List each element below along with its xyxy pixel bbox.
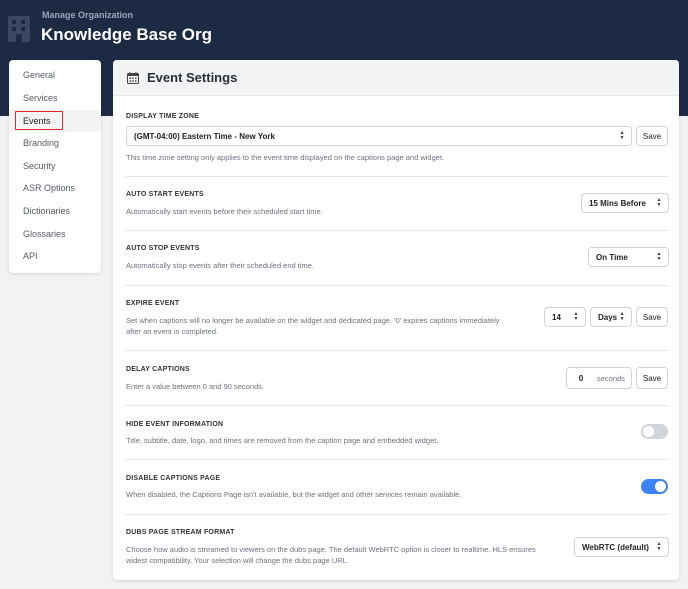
- sidebar-item-label: Glossaries: [23, 229, 66, 239]
- divider: [125, 405, 669, 406]
- delay-value: 0: [578, 373, 584, 383]
- dubs-desc-line2: widest compatibility. Your selection wil…: [126, 556, 349, 565]
- expire-desc-line2: after an event is completed.: [126, 327, 219, 336]
- disablecaptions-desc: When disabled, the Captions Page isn't a…: [126, 490, 462, 499]
- timezone-desc: This time zone setting only applies to t…: [126, 153, 445, 162]
- chevron-updown-icon: ▲ ▼: [656, 251, 662, 262]
- divider: [125, 230, 669, 231]
- divider: [125, 514, 669, 515]
- sidebar-item-label: Security: [23, 161, 56, 171]
- org-subtitle: Manage Organization: [42, 10, 134, 20]
- org-title: Knowledge Base Org: [41, 25, 212, 44]
- calendar-icon: [127, 72, 139, 84]
- expire-title: EXPIRE EVENT: [126, 300, 180, 307]
- hideinfo-toggle[interactable]: [641, 424, 668, 439]
- delay-seconds-input[interactable]: 0 seconds: [566, 367, 632, 389]
- sidebar-item-label: Services: [23, 93, 58, 103]
- chevron-updown-icon: ▲ ▼: [656, 541, 662, 552]
- sidebar-item-glossaries[interactable]: Glossaries: [9, 223, 101, 245]
- timezone-value: (GMT-04:00) Eastern Time - New York: [134, 131, 275, 141]
- sidebar-item-general[interactable]: General: [9, 64, 101, 86]
- selection-highlight: [15, 111, 63, 130]
- sidebar-item-branding[interactable]: Branding: [9, 132, 101, 154]
- timezone-save-button[interactable]: Save: [636, 126, 668, 146]
- autostart-select[interactable]: 15 Mins Before ▲ ▼: [581, 193, 669, 213]
- autostart-title: AUTO START EVENTS: [126, 191, 204, 198]
- sidebar-item-api[interactable]: API: [9, 245, 101, 267]
- delay-save-button[interactable]: Save: [636, 367, 668, 389]
- toggle-knob: [655, 481, 666, 492]
- dubs-title: DUBS PAGE STREAM FORMAT: [126, 529, 235, 536]
- building-icon: [8, 16, 30, 42]
- expire-unit-value: Days: [598, 312, 618, 322]
- sidebar-item-security[interactable]: Security: [9, 155, 101, 177]
- dubs-format-value: WebRTC (default): [582, 542, 649, 552]
- event-settings-panel: Event Settings DISPLAY TIME ZONE (GMT-04…: [113, 60, 679, 580]
- disablecaptions-title: DISABLE CAPTIONS PAGE: [126, 475, 221, 482]
- divider: [125, 176, 669, 177]
- sidebar-item-label: ASR Options: [23, 183, 76, 193]
- sidebar-item-events[interactable]: Events: [9, 110, 101, 132]
- timezone-select[interactable]: (GMT-04:00) Eastern Time - New York ▲ ▼: [126, 126, 632, 146]
- expire-number-select[interactable]: 14 ▲ ▼: [544, 307, 586, 327]
- autostart-value: 15 Mins Before: [589, 198, 646, 208]
- expire-number-value: 14: [552, 312, 561, 322]
- expire-unit-select[interactable]: Days ▲ ▼: [590, 307, 632, 327]
- autostop-value: On Time: [596, 252, 628, 262]
- divider: [125, 459, 669, 460]
- sidebar-item-dictionaries[interactable]: Dictionaries: [9, 200, 101, 222]
- sidebar-item-label: General: [23, 70, 56, 80]
- sidebar-item-asr-options[interactable]: ASR Options: [9, 177, 101, 199]
- toggle-knob: [643, 426, 654, 437]
- chevron-updown-icon: ▲ ▼: [619, 130, 625, 141]
- autostop-select[interactable]: On Time ▲ ▼: [588, 247, 669, 267]
- delay-unit: seconds: [597, 373, 625, 383]
- autostart-desc: Automatically start events before their …: [126, 207, 323, 216]
- chevron-updown-icon: ▲ ▼: [573, 311, 579, 322]
- sidebar-item-services[interactable]: Services: [9, 87, 101, 109]
- autostop-desc: Automatically stop events after their sc…: [126, 261, 315, 270]
- delay-desc: Enter a value between 0 and 90 seconds.: [126, 382, 265, 391]
- divider: [125, 285, 669, 286]
- divider: [125, 350, 669, 351]
- timezone-title: DISPLAY TIME ZONE: [126, 113, 200, 120]
- settings-sidebar: General Services Events Branding Securit…: [9, 60, 101, 273]
- sidebar-item-label: API: [23, 251, 38, 261]
- dubs-desc-line1: Choose how audio is streamed to viewers …: [126, 545, 536, 554]
- sidebar-item-label: Dictionaries: [23, 206, 71, 216]
- expire-save-button[interactable]: Save: [636, 307, 668, 327]
- chevron-updown-icon: ▲ ▼: [656, 197, 662, 208]
- sidebar-item-label: Branding: [23, 138, 60, 148]
- expire-desc-line1: Set when captions will no longer be avai…: [126, 316, 500, 325]
- delay-title: DELAY CAPTIONS: [126, 366, 190, 373]
- hideinfo-desc: Title, subtitle, date, logo, and times a…: [126, 436, 439, 445]
- panel-title: Event Settings: [147, 70, 238, 85]
- disablecaptions-toggle[interactable]: [641, 479, 668, 494]
- chevron-updown-icon: ▲ ▼: [619, 311, 625, 322]
- dubs-format-select[interactable]: WebRTC (default) ▲ ▼: [574, 537, 669, 557]
- autostop-title: AUTO STOP EVENTS: [126, 245, 200, 252]
- panel-header: Event Settings: [113, 60, 679, 96]
- hideinfo-title: HIDE EVENT INFORMATION: [126, 421, 224, 428]
